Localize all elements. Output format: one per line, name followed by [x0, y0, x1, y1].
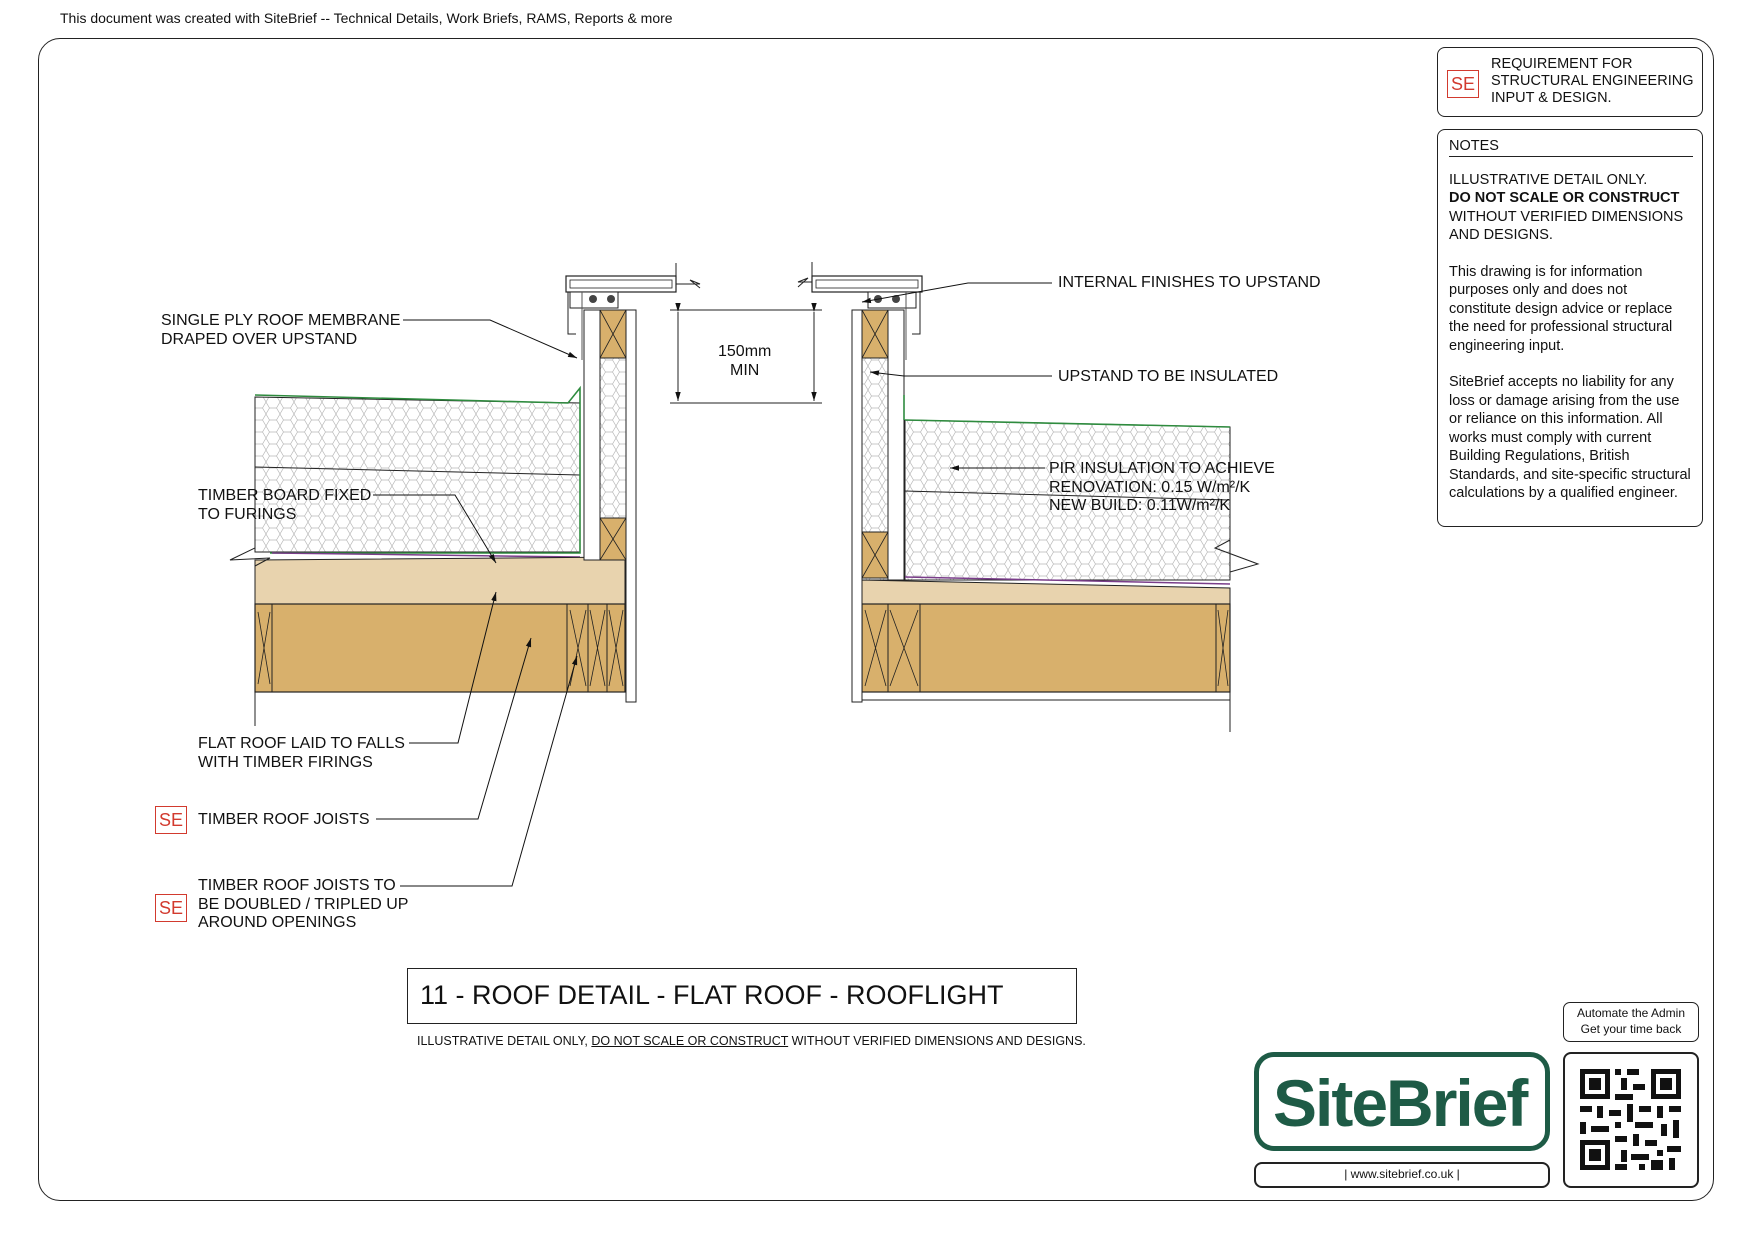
label-pir-insulation: PIR INSULATION TO ACHIEVE RENOVATION: 0.… [1049, 460, 1275, 514]
se-badge-joists-doubled: SE [155, 894, 187, 922]
promo-box: Automate the Admin Get your time back [1563, 1002, 1699, 1042]
drawing-title: 11 - ROOF DETAIL - FLAT ROOF - ROOFLIGHT [420, 980, 1004, 1010]
se-legend-badge: SE [1447, 70, 1479, 98]
se-legend-text: REQUIREMENT FOR STRUCTURAL ENGINEERING I… [1491, 56, 1694, 106]
notes-paragraph-1: ILLUSTRATIVE DETAIL ONLY. DO NOT SCALE O… [1449, 171, 1693, 245]
qr-code-icon [1580, 1069, 1681, 1170]
label-internal-finishes: INTERNAL FINISHES TO UPSTAND [1058, 274, 1321, 291]
notes-p1-rest: WITHOUT VERIFIED DIMENSIONS AND DESIGNS. [1449, 208, 1684, 244]
disclaimer-after: WITHOUT VERIFIED DIMENSIONS AND DESIGNS. [788, 1034, 1086, 1048]
logo-text: SiteBrief [1273, 1066, 1528, 1140]
se-badge-joists: SE [155, 806, 187, 834]
disclaimer-before: ILLUSTRATIVE DETAIL ONLY, [417, 1034, 592, 1048]
promo-line-1: Automate the Admin [1576, 1006, 1686, 1020]
disclaimer-underlined: DO NOT SCALE OR CONSTRUCT [591, 1034, 789, 1048]
label-joists: TIMBER ROOF JOISTS [198, 811, 370, 828]
label-membrane: SINGLE PLY ROOF MEMBRANE DRAPED OVER UPS… [161, 312, 401, 348]
se-legend: SE REQUIREMENT FOR STRUCTURAL ENGINEERIN… [1437, 47, 1703, 117]
title-block: 11 - ROOF DETAIL - FLAT ROOF - ROOFLIGHT [407, 968, 1077, 1024]
notes-paragraph-3: SiteBrief accepts no liability for any l… [1449, 374, 1691, 501]
label-joists-doubled: TIMBER ROOF JOISTS TO BE DOUBLED / TRIPL… [198, 877, 409, 931]
sitebrief-logo[interactable]: SiteBrief [1254, 1052, 1550, 1151]
label-timber-board: TIMBER BOARD FIXED TO FURINGS [198, 487, 372, 523]
notes-p1-bold: DO NOT SCALE OR CONSTRUCT [1449, 190, 1680, 206]
label-flat-roof: FLAT ROOF LAID TO FALLS WITH TIMBER FIRI… [198, 735, 405, 771]
notes-panel: NOTES ILLUSTRATIVE DETAIL ONLY. DO NOT S… [1437, 129, 1703, 527]
promo-line-2: Get your time back [1580, 1021, 1682, 1036]
notes-paragraph-2: This drawing is for information purposes… [1449, 263, 1673, 354]
notes-heading: NOTES [1449, 137, 1693, 157]
qr-code[interactable] [1563, 1052, 1699, 1188]
notes-p1-line1: ILLUSTRATIVE DETAIL ONLY. [1449, 171, 1648, 188]
label-upstand-insulated: UPSTAND TO BE INSULATED [1058, 368, 1279, 385]
label-dimension: 150mm MIN [718, 343, 772, 379]
website-link[interactable]: | www.sitebrief.co.uk | [1254, 1162, 1550, 1188]
disclaimer: ILLUSTRATIVE DETAIL ONLY, DO NOT SCALE O… [417, 1034, 1086, 1048]
